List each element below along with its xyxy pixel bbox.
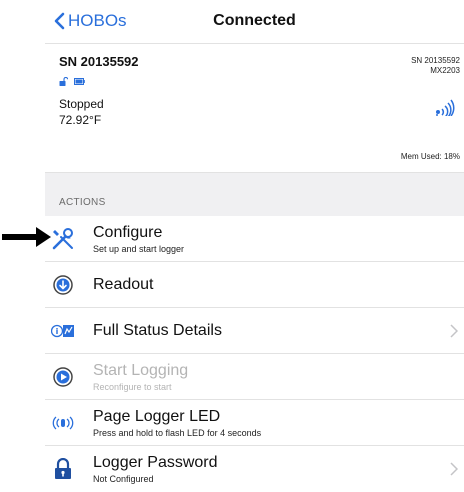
action-title: Readout — [93, 276, 154, 293]
memory-used: Mem Used: 18% — [400, 152, 460, 161]
back-button-label: HOBOs — [68, 11, 127, 30]
lock-icon — [51, 458, 75, 480]
device-info-panel: SN 20135592 Stopped 72.92°F SN 20135592 … — [45, 44, 464, 172]
action-page-logger-led[interactable]: Page Logger LED Press and hold to flash … — [45, 400, 464, 446]
back-button[interactable]: HOBOs — [53, 11, 127, 31]
action-title: Full Status Details — [93, 322, 222, 339]
section-label: ACTIONS — [59, 197, 106, 208]
action-readout[interactable]: Readout — [45, 262, 464, 308]
device-serial-secondary: SN 20135592 — [411, 56, 460, 65]
play-icon — [51, 366, 75, 388]
action-title: Logger Password — [93, 454, 218, 471]
action-subtitle: Press and hold to flash LED for 4 second… — [93, 428, 262, 438]
action-full-status-details[interactable]: i Full Status Details — [45, 308, 464, 354]
device-model: MX2203 — [430, 66, 460, 75]
action-title: Page Logger LED — [93, 408, 221, 425]
action-subtitle: Set up and start logger — [93, 244, 185, 254]
led-signal-icon — [51, 412, 75, 434]
action-start-logging[interactable]: Start Logging Reconfigure to start — [45, 354, 464, 400]
action-logger-password[interactable]: Logger Password Not Configured — [45, 446, 464, 492]
action-subtitle: Not Configured — [93, 474, 154, 484]
action-configure[interactable]: Configure Set up and start logger — [45, 216, 464, 262]
chevron-right-icon — [450, 462, 458, 476]
device-indicators — [59, 77, 85, 86]
actions-section-header: ACTIONS — [45, 172, 464, 216]
navigation-bar: HOBOs Connected — [45, 0, 464, 44]
chevron-left-icon — [54, 12, 65, 30]
svg-text:i: i — [56, 327, 59, 336]
download-arrow-icon — [51, 274, 75, 296]
status-details-icon: i — [51, 320, 75, 342]
signal-strength-icon — [436, 99, 455, 116]
device-serial: SN 20135592 — [59, 54, 139, 69]
device-temperature: 72.92°F — [59, 113, 102, 127]
unlocked-icon — [59, 77, 68, 86]
chevron-right-icon — [450, 324, 458, 338]
device-status: Stopped — [59, 97, 104, 111]
action-subtitle: Reconfigure to start — [93, 382, 172, 392]
actions-list: Configure Set up and start logger Readou… — [45, 216, 464, 492]
battery-icon — [74, 78, 85, 85]
action-title: Start Logging — [93, 362, 189, 379]
wrench-screwdriver-icon — [51, 228, 75, 250]
action-title: Configure — [93, 224, 163, 241]
